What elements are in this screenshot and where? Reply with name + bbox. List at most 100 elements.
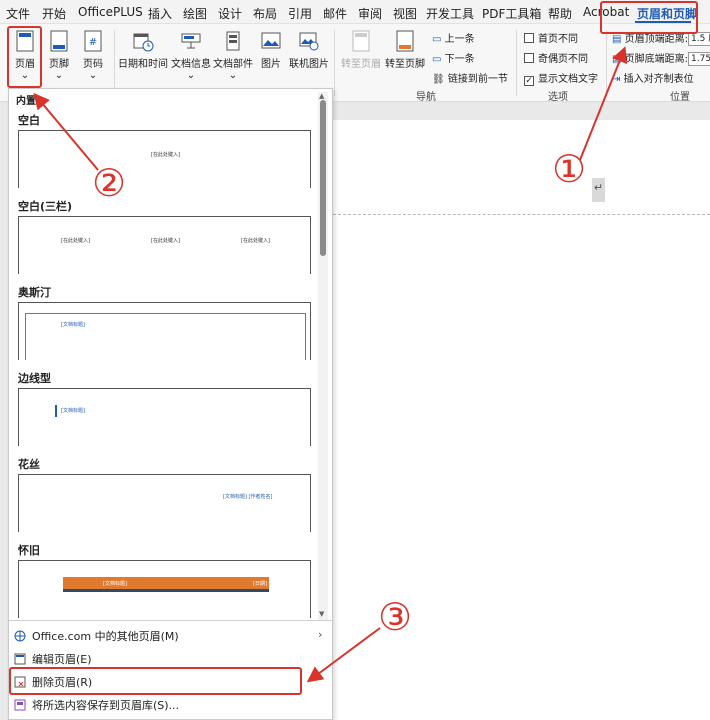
date-time-button[interactable]: 日期和时间 bbox=[118, 30, 168, 70]
globe-icon bbox=[14, 630, 26, 642]
ribbon-separator bbox=[516, 30, 517, 96]
menu-layout[interactable]: 布局 bbox=[253, 5, 277, 22]
callout-one: ① bbox=[552, 147, 587, 191]
menu-home[interactable]: 开始 bbox=[42, 5, 66, 22]
save-to-gallery-label: 将所选内容保存到页眉库(S)... bbox=[32, 699, 180, 712]
style-name-blank-3col: 空白(三栏) bbox=[18, 200, 73, 213]
menu-developer[interactable]: 开发工具 bbox=[426, 5, 474, 22]
style-name-austin: 奥斯汀 bbox=[18, 286, 51, 299]
nav-group-label: 导航 bbox=[416, 92, 436, 103]
callout-three: ③ bbox=[378, 595, 413, 639]
svg-text:#: # bbox=[89, 37, 97, 48]
header-style-blank-3col[interactable]: [在此处键入] [在此处键入] [在此处键入] bbox=[18, 216, 311, 274]
placeholder-text: [在此处键入] bbox=[241, 238, 270, 244]
position-group-label: 位置 bbox=[670, 92, 690, 103]
style-name-sideline: 边线型 bbox=[18, 372, 51, 385]
scrollbar-thumb[interactable] bbox=[320, 100, 326, 256]
footer-bottom-icon: ▤ bbox=[612, 54, 622, 65]
next-button[interactable]: ▭ 下一条 bbox=[432, 50, 475, 65]
footer-bottom-input[interactable]: 1.75 bbox=[688, 52, 710, 66]
online-picture-button[interactable]: 联机图片 bbox=[288, 30, 330, 70]
page-number-button[interactable]: # 页码 ⌄ bbox=[78, 30, 108, 81]
chevron-down-icon: ⌄ bbox=[54, 70, 64, 81]
header-top-label: 页眉顶端距离: bbox=[624, 34, 689, 45]
builtin-label: 内置 bbox=[16, 96, 36, 107]
link-to-previous-button[interactable]: ⛓ 链接到前一节 bbox=[432, 70, 508, 85]
menu-officeplus[interactable]: OfficePLUS bbox=[78, 5, 143, 19]
goto-header-label: 转至页眉 bbox=[341, 59, 381, 70]
menu-help[interactable]: 帮助 bbox=[548, 5, 572, 22]
ribbon-separator bbox=[114, 30, 115, 96]
picture-button[interactable]: 图片 bbox=[256, 30, 286, 70]
next-label: 下一条 bbox=[444, 54, 475, 65]
page-number-icon: # bbox=[84, 30, 102, 52]
placeholder-text: [文档标题] [作者姓名] bbox=[223, 494, 273, 500]
check-icon: ✓ bbox=[524, 76, 534, 86]
edit-header-icon bbox=[14, 653, 26, 665]
menu-view[interactable]: 视图 bbox=[393, 5, 417, 22]
header-style-filigree[interactable]: [文档标题] [作者姓名] bbox=[18, 474, 311, 532]
placeholder-text: [在此处键入] bbox=[151, 238, 180, 244]
header-style-blank[interactable]: [在此处键入] bbox=[18, 130, 311, 188]
doc-parts-icon bbox=[226, 31, 240, 51]
doc-info-button[interactable]: 文档信息 ⌄ bbox=[170, 30, 212, 81]
highlight-delete-header bbox=[9, 667, 302, 695]
menu-design[interactable]: 设计 bbox=[218, 5, 242, 22]
insert-align-tab-button[interactable]: ⇥ 插入对齐制表位 bbox=[612, 70, 694, 85]
previous-label: 上一条 bbox=[444, 34, 475, 45]
menu-insert[interactable]: 插入 bbox=[148, 5, 172, 22]
diff-first-page-label: 首页不同 bbox=[538, 34, 578, 45]
goto-footer-label: 转至页脚 bbox=[385, 59, 425, 70]
placeholder-text: [日期] bbox=[253, 581, 267, 587]
sideline-bar bbox=[55, 405, 57, 417]
footer-button[interactable]: 页脚 ⌄ bbox=[44, 30, 74, 81]
save-to-gallery-menu-item[interactable]: 将所选内容保存到页眉库(S)... bbox=[14, 697, 179, 713]
edit-header-label: 编辑页眉(E) bbox=[32, 653, 92, 666]
chevron-down-icon: ⌄ bbox=[88, 70, 98, 81]
menu-review[interactable]: 审阅 bbox=[358, 5, 382, 22]
header-boundary bbox=[333, 214, 710, 215]
show-doc-text-checkbox[interactable]: ✓ 显示文档文字 bbox=[524, 70, 598, 86]
page-number-label: 页码 bbox=[83, 59, 103, 70]
goto-footer-button[interactable]: 转至页脚 bbox=[384, 30, 426, 70]
menu-draw[interactable]: 绘图 bbox=[183, 5, 207, 22]
header-top-input[interactable]: 1.5 厘 bbox=[688, 32, 710, 46]
diff-odd-even-label: 奇偶页不同 bbox=[538, 54, 588, 65]
more-headers-menu-item[interactable]: Office.com 中的其他页眉(M) bbox=[14, 628, 179, 644]
footer-button-label: 页脚 bbox=[49, 59, 69, 70]
save-gallery-icon bbox=[14, 699, 26, 711]
show-doc-text-label: 显示文档文字 bbox=[538, 74, 598, 85]
placeholder-text: [在此处键入] bbox=[61, 238, 90, 244]
placeholder-text: [文档标题] bbox=[103, 581, 127, 587]
ribbon-separator bbox=[334, 30, 335, 96]
header-style-austin[interactable]: [文档标题] bbox=[18, 302, 311, 360]
picture-label: 图片 bbox=[261, 59, 281, 70]
doc-info-icon bbox=[181, 33, 201, 49]
scroll-up-icon[interactable]: ▲ bbox=[319, 92, 324, 100]
goto-header-button[interactable]: 转至页眉 bbox=[340, 30, 382, 70]
previous-button[interactable]: ▭ 上一条 bbox=[432, 30, 475, 45]
menu-mailings[interactable]: 邮件 bbox=[323, 5, 347, 22]
diff-first-page-checkbox[interactable]: 首页不同 bbox=[524, 30, 578, 45]
doc-parts-label: 文档部件 bbox=[213, 59, 253, 70]
placeholder-text: [文档标题] bbox=[61, 408, 85, 414]
arrow-down-icon: ▭ bbox=[432, 54, 442, 65]
menu-references[interactable]: 引用 bbox=[288, 5, 312, 22]
header-style-retrospect[interactable]: [文档标题] [日期] bbox=[18, 560, 311, 618]
doc-parts-button[interactable]: 文档部件 ⌄ bbox=[212, 30, 254, 81]
retrospect-bar bbox=[63, 577, 269, 589]
callout-two: ② bbox=[92, 161, 127, 205]
chevron-down-icon: ⌄ bbox=[228, 70, 238, 81]
highlight-header-button bbox=[7, 26, 42, 88]
edit-header-menu-item[interactable]: 编辑页眉(E) bbox=[14, 651, 92, 667]
footer-bottom-label: 页脚底端距离: bbox=[624, 54, 689, 65]
diff-odd-even-checkbox[interactable]: 奇偶页不同 bbox=[524, 50, 588, 65]
header-style-sideline[interactable]: [文档标题] bbox=[18, 388, 311, 446]
scroll-down-icon[interactable]: ▼ bbox=[319, 610, 324, 618]
style-name-retrospect: 怀旧 bbox=[18, 544, 40, 557]
date-time-label: 日期和时间 bbox=[118, 59, 168, 70]
menu-file[interactable]: 文件 bbox=[6, 5, 30, 22]
menu-pdf-tools[interactable]: PDF工具箱 bbox=[482, 5, 541, 22]
insert-align-tab-label: 插入对齐制表位 bbox=[623, 74, 694, 85]
footer-icon bbox=[50, 30, 68, 52]
